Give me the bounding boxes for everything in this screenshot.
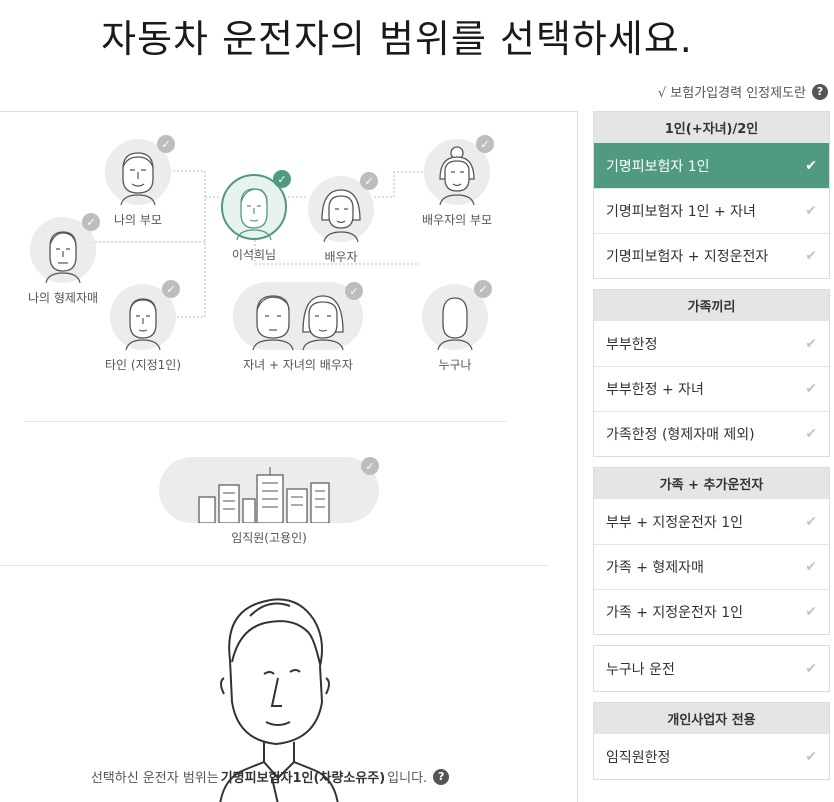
other-avatar: ✓ xyxy=(110,280,180,350)
spouse-parents-label: 배우자의 부모 xyxy=(422,213,493,227)
node-my-parents[interactable]: ✓ 나의 부모 xyxy=(105,135,175,228)
group-family-plus: 가족 + 추가운전자 부부 + 지정운전자 1인 ✔ 가족 + 형제자매 ✔ 가… xyxy=(593,467,830,635)
node-spouse-parents[interactable]: ✓ 배우자의 부모 xyxy=(422,135,495,228)
check-icon: ✔ xyxy=(805,335,817,352)
my-parents-label: 나의 부모 xyxy=(114,213,162,227)
check-icon: ✔ xyxy=(805,604,817,620)
option-couple-designated[interactable]: 부부 + 지정운전자 1인 ✔ xyxy=(594,499,829,544)
spouse-parents-check-icon: ✓ xyxy=(476,135,495,153)
driver-scope-diagram: ✓ 나의 부모 ✓ 나의 형제자매 ✓ 타인 (지정1인) ✓ 이석희님 ✓ 배… xyxy=(0,111,578,802)
self-check-icon: ✓ xyxy=(273,170,291,188)
couple-icon xyxy=(252,295,344,350)
group-business: 개인사업자 전용 임직원한정 ✔ xyxy=(593,702,830,780)
option-label: 기명피보험자 + 지정운전자 xyxy=(606,249,769,265)
check-icon: ✔ xyxy=(805,559,817,575)
node-spouse[interactable]: ✓ 배우자 xyxy=(308,172,378,265)
spouse-label: 배우자 xyxy=(324,250,358,264)
section-divider-top xyxy=(24,421,506,422)
option-anyone[interactable]: 누구나 운전 ✔ xyxy=(594,646,829,691)
anyone-label: 누구나 xyxy=(438,358,472,372)
info-link-label: √ 보험가입경력 인정제도란 xyxy=(657,86,806,101)
summary-prefix: 선택하신 운전자 범위는 xyxy=(90,771,219,786)
option-label: 부부한정 xyxy=(606,336,658,353)
option-label: 기명피보험자 1인 + 자녀 xyxy=(606,204,756,220)
option-label: 가족 + 지정운전자 1인 xyxy=(606,605,744,621)
children-label: 자녀 + 자녀의 배우자 xyxy=(243,358,353,372)
self-label: 이석희님 xyxy=(231,248,277,262)
help-icon: ? xyxy=(812,83,828,100)
employees-check-icon: ✓ xyxy=(361,457,379,475)
option-label: 임직원한정 xyxy=(606,749,671,766)
buildings-icon xyxy=(198,467,330,523)
node-children[interactable]: ✓ 자녀 + 자녀의 배우자 xyxy=(233,282,363,373)
option-family-siblings[interactable]: 가족 + 형제자매 ✔ xyxy=(594,544,829,589)
group-single-or-two: 1인(+자녀)/2인 기명피보험자 1인 ✔ 기명피보험자 1인 + 자녀 ✔ … xyxy=(593,111,830,279)
option-family-no-siblings[interactable]: 가족한정 (형제자매 제외) ✔ xyxy=(594,411,829,456)
node-anyone[interactable]: ✓ 누구나 xyxy=(422,280,492,373)
my-parents-avatar: ✓ xyxy=(105,135,175,205)
option-label: 부부한정 + 자녀 xyxy=(606,382,704,398)
anyone-check-icon: ✓ xyxy=(474,280,492,298)
spouse-parents-avatar: ✓ xyxy=(424,135,495,205)
option-named-insured-designated[interactable]: 기명피보험자 + 지정운전자 ✔ xyxy=(594,233,829,278)
group-header: 가족 + 추가운전자 xyxy=(594,468,829,499)
check-icon: ✔ xyxy=(805,660,817,677)
check-icon: ✔ xyxy=(805,426,817,442)
employees-avatar: ✓ xyxy=(159,457,379,523)
option-family-designated[interactable]: 가족 + 지정운전자 1인 ✔ xyxy=(594,589,829,634)
children-avatar: ✓ xyxy=(233,282,363,350)
node-other-designated[interactable]: ✓ 타인 (지정1인) xyxy=(105,280,182,373)
group-family: 가족끼리 부부한정 ✔ 부부한정 + 자녀 ✔ 가족한정 (형제자매 제외) ✔ xyxy=(593,289,830,457)
check-icon: ✔ xyxy=(805,248,817,264)
option-couple[interactable]: 부부한정 ✔ xyxy=(594,321,829,366)
summary-suffix: 입니다. xyxy=(387,771,428,786)
check-icon: ✔ xyxy=(805,203,817,219)
self-avatar: ✓ xyxy=(221,170,291,240)
insurance-history-info-link[interactable]: √ 보험가입경력 인정제도란 ? xyxy=(658,82,828,101)
my-siblings-check-icon: ✓ xyxy=(82,213,101,231)
node-self[interactable]: ✓ 이석희님 xyxy=(221,170,291,263)
my-parents-check-icon: ✓ xyxy=(157,135,175,153)
check-icon: ✔ xyxy=(805,381,817,397)
group-header: 1인(+자녀)/2인 xyxy=(594,112,829,143)
group-header: 개인사업자 전용 xyxy=(594,703,829,734)
section-divider-bottom xyxy=(0,565,548,566)
summary-selected: 기명피보험자1인(차량소유주) xyxy=(220,771,386,786)
spouse-check-icon: ✓ xyxy=(360,172,378,190)
check-icon: ✔ xyxy=(805,157,817,174)
selection-summary: 선택하신 운전자 범위는 기명피보험자1인(차량소유주) 입니다. ? xyxy=(0,767,540,786)
option-couple-children[interactable]: 부부한정 + 자녀 ✔ xyxy=(594,366,829,411)
option-employees[interactable]: 임직원한정 ✔ xyxy=(594,734,829,779)
anyone-avatar: ✓ xyxy=(422,280,492,350)
option-label: 가족한정 (형제자매 제외) xyxy=(606,427,755,443)
node-my-siblings[interactable]: ✓ 나의 형제자매 xyxy=(28,213,101,306)
check-icon: ✔ xyxy=(805,513,817,530)
spouse-avatar: ✓ xyxy=(308,172,378,242)
other-check-icon: ✓ xyxy=(162,280,180,298)
other-label: 타인 (지정1인) xyxy=(105,358,182,372)
check-icon: ✔ xyxy=(805,748,817,765)
option-named-insured-1-children[interactable]: 기명피보험자 1인 + 자녀 ✔ xyxy=(594,188,829,233)
page-title: 자동차 운전자의 범위를 선택하세요. xyxy=(101,17,693,61)
employees-label: 임직원(고용인) xyxy=(231,531,307,545)
option-label: 가족 + 형제자매 xyxy=(606,560,704,576)
node-employees[interactable]: ✓ 임직원(고용인) xyxy=(159,457,379,546)
option-named-insured-1[interactable]: 기명피보험자 1인 ✔ xyxy=(594,143,829,188)
group-header: 가족끼리 xyxy=(594,290,829,321)
my-siblings-avatar: ✓ xyxy=(30,213,101,283)
option-label: 부부 + 지정운전자 1인 xyxy=(606,514,744,531)
option-label: 누구나 운전 xyxy=(606,661,675,678)
option-label: 기명피보험자 1인 xyxy=(606,158,710,175)
my-siblings-label: 나의 형제자매 xyxy=(28,291,99,305)
summary-help-icon[interactable]: ? xyxy=(433,768,450,785)
children-check-icon: ✓ xyxy=(345,282,363,300)
driver-scope-options: 1인(+자녀)/2인 기명피보험자 1인 ✔ 기명피보험자 1인 + 자녀 ✔ … xyxy=(593,111,830,790)
group-anyone: 누구나 운전 ✔ xyxy=(593,645,830,692)
